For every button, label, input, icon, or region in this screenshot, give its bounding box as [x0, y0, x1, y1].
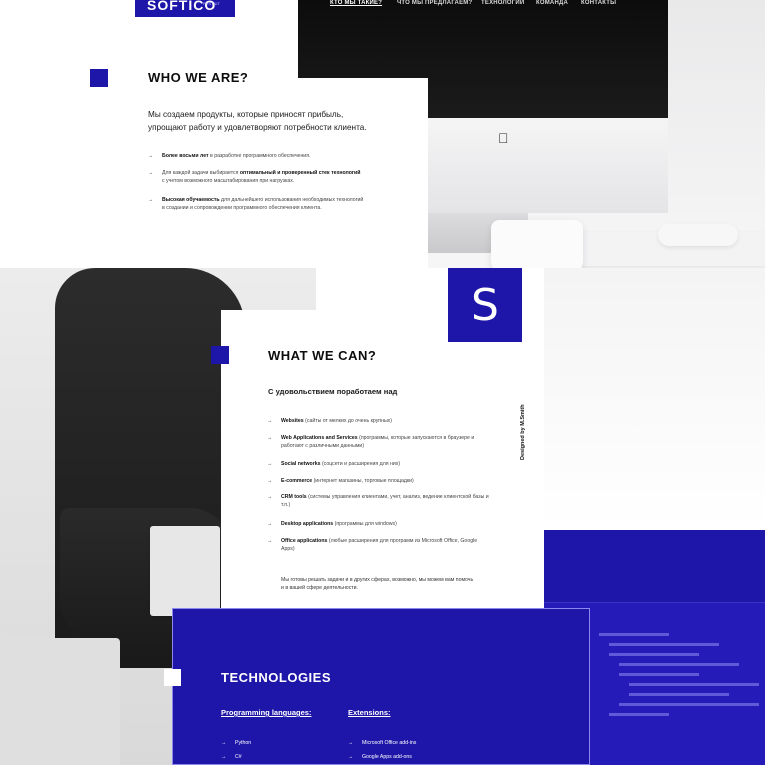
can-footer-line2: и в вашей сфере деятельности. [281, 584, 359, 591]
apple-logo-icon:  [498, 130, 510, 146]
can-item-6-bold: Desktop applications [281, 521, 334, 527]
can-item-2-line2: работают с различными данными) [281, 442, 365, 449]
who-bullet-2-bold: оптимальный и проверенный стек технологи… [239, 170, 361, 176]
can-item-3-text: (соцсети и расширения для них) [320, 461, 401, 467]
can-item-7-bold: Office applications [281, 538, 328, 544]
extensions-title: Extensions: [348, 708, 391, 717]
can-item-desktop: → Desktop applications (программы для wi… [267, 521, 397, 529]
who-bullet-2-pre: Для каждой задачи выбирается [162, 170, 240, 176]
can-item-crm: → CRM tools (системы управления клиентам… [267, 494, 489, 509]
can-subtitle: С удовольствием поработаем над [268, 387, 398, 396]
can-title: WHAT WE CAN? [268, 348, 377, 363]
nav-item-tech[interactable]: ТЕХНОЛОГИИ [481, 0, 524, 6]
can-item-5-bold: CRM tools [281, 494, 307, 500]
tech-item-python: Python [235, 740, 252, 746]
brand-logo[interactable]: SOFTICO REST&IT [135, 0, 235, 17]
designed-by-credit: Designed by M.Smith [520, 404, 526, 460]
mug-image [491, 220, 583, 268]
arrow-right-icon: → [267, 461, 273, 467]
arrow-right-icon: → [221, 754, 227, 760]
can-item-5-line2: т.п.) [281, 501, 291, 508]
can-item-4-bold: E-commerce [281, 478, 313, 484]
who-title: WHO WE ARE? [148, 70, 249, 85]
who-bullet-2-line2: с учетом возможного масштабирования при … [162, 177, 295, 184]
who-bullet-1: → Более восьми лет в разработке программ… [148, 153, 311, 161]
can-item-webapps: → Web Applications and Services (програм… [267, 435, 475, 450]
who-bullet-2: → Для каждой задачи выбирается оптимальн… [148, 170, 361, 185]
tech-title: TECHNOLOGIES [221, 670, 332, 685]
tech-item-csharp: C# [235, 754, 242, 760]
mouse-image [658, 224, 738, 246]
who-bullet-3-bold: Высокая обучаемость [162, 197, 220, 203]
can-item-2-bold: Web Applications and Services [281, 435, 358, 441]
who-subtitle-1: Мы создаем продукты, которые приносят пр… [148, 110, 344, 119]
can-item-5-text: (системы управления клиентами, учет, ана… [306, 494, 489, 500]
notebook-image [150, 526, 220, 616]
can-item-7-text: (любые расширения для программ из Micros… [327, 538, 478, 544]
nav-item-contacts[interactable]: КОНТАКТЫ [581, 0, 616, 6]
who-bullet-3: → Высокая обучаемость для дальнейшего ис… [148, 197, 364, 212]
desk-photo [544, 268, 765, 530]
can-footer-text: Мы готовы решать задачи и в других сфера… [281, 577, 473, 592]
can-accent-square [211, 346, 229, 364]
can-footer-line1: Мы готовы решать задачи и в других сфера… [281, 577, 474, 583]
arrow-right-icon: → [148, 197, 154, 203]
who-accent-square [90, 69, 108, 87]
arrow-right-icon: → [267, 521, 273, 527]
can-item-ecommerce: → E-commerce (интернет магазины, торговы… [267, 478, 414, 486]
can-item-3-bold: Social networks [281, 461, 321, 467]
arrow-right-icon: → [348, 754, 354, 760]
arrow-right-icon: → [267, 538, 273, 544]
arrow-right-icon: → [267, 435, 273, 441]
can-item-1-bold: Websites [281, 418, 304, 424]
nav-item-offer[interactable]: ЧТО МЫ ПРЕДЛАГАЕМ? [397, 0, 472, 6]
can-item-7-line2: Apps) [281, 545, 295, 552]
tech-accent-square [164, 669, 181, 686]
s-badge: S [448, 268, 522, 342]
arrow-right-icon: → [267, 418, 273, 424]
can-item-6-text: (программы для windows) [333, 521, 397, 527]
nav-item-who[interactable]: КТО МЫ ТАКИЕ? [330, 0, 382, 6]
can-item-1-text: (сайты от мелких до очень крупных) [303, 418, 393, 424]
arrow-right-icon: → [148, 153, 154, 159]
brand-logo-subtitle: REST&IT [203, 1, 220, 6]
can-item-2-text: (программы, которые запускаются в браузе… [357, 435, 475, 441]
tech-item-google-addons: Google Apps add-ons [362, 754, 412, 760]
can-item-social: → Social networks (соцсети и расширения … [267, 461, 401, 469]
who-bullet-3-text: для дальнейшего использования необходимы… [219, 197, 364, 203]
nav-item-team[interactable]: КОМАНДА [536, 0, 568, 6]
laptop-image [0, 638, 120, 765]
who-bullet-1-text: в разработке программного обеспечения. [208, 153, 311, 159]
can-item-office: → Office applications (любые расширения … [267, 538, 478, 553]
arrow-right-icon: → [221, 740, 227, 746]
arrow-right-icon: → [267, 478, 273, 484]
who-bullet-3-line2: в создании и сопровождении программного … [162, 204, 322, 211]
can-item-websites: → Websites (сайты от мелких до очень кру… [267, 418, 393, 426]
can-item-4-text: (интернет магазины, торговые площадки) [312, 478, 414, 484]
arrow-right-icon: → [267, 494, 273, 500]
programming-languages-title: Programming languages: [221, 708, 312, 717]
who-subtitle-2: упрощают работу и удовлетворяют потребно… [148, 123, 367, 132]
arrow-right-icon: → [348, 740, 354, 746]
who-bullet-1-bold: Более восьми лет [162, 153, 209, 159]
tech-item-office-addins: Microsoft Office add-ins [362, 740, 417, 746]
arrow-right-icon: → [148, 170, 154, 176]
